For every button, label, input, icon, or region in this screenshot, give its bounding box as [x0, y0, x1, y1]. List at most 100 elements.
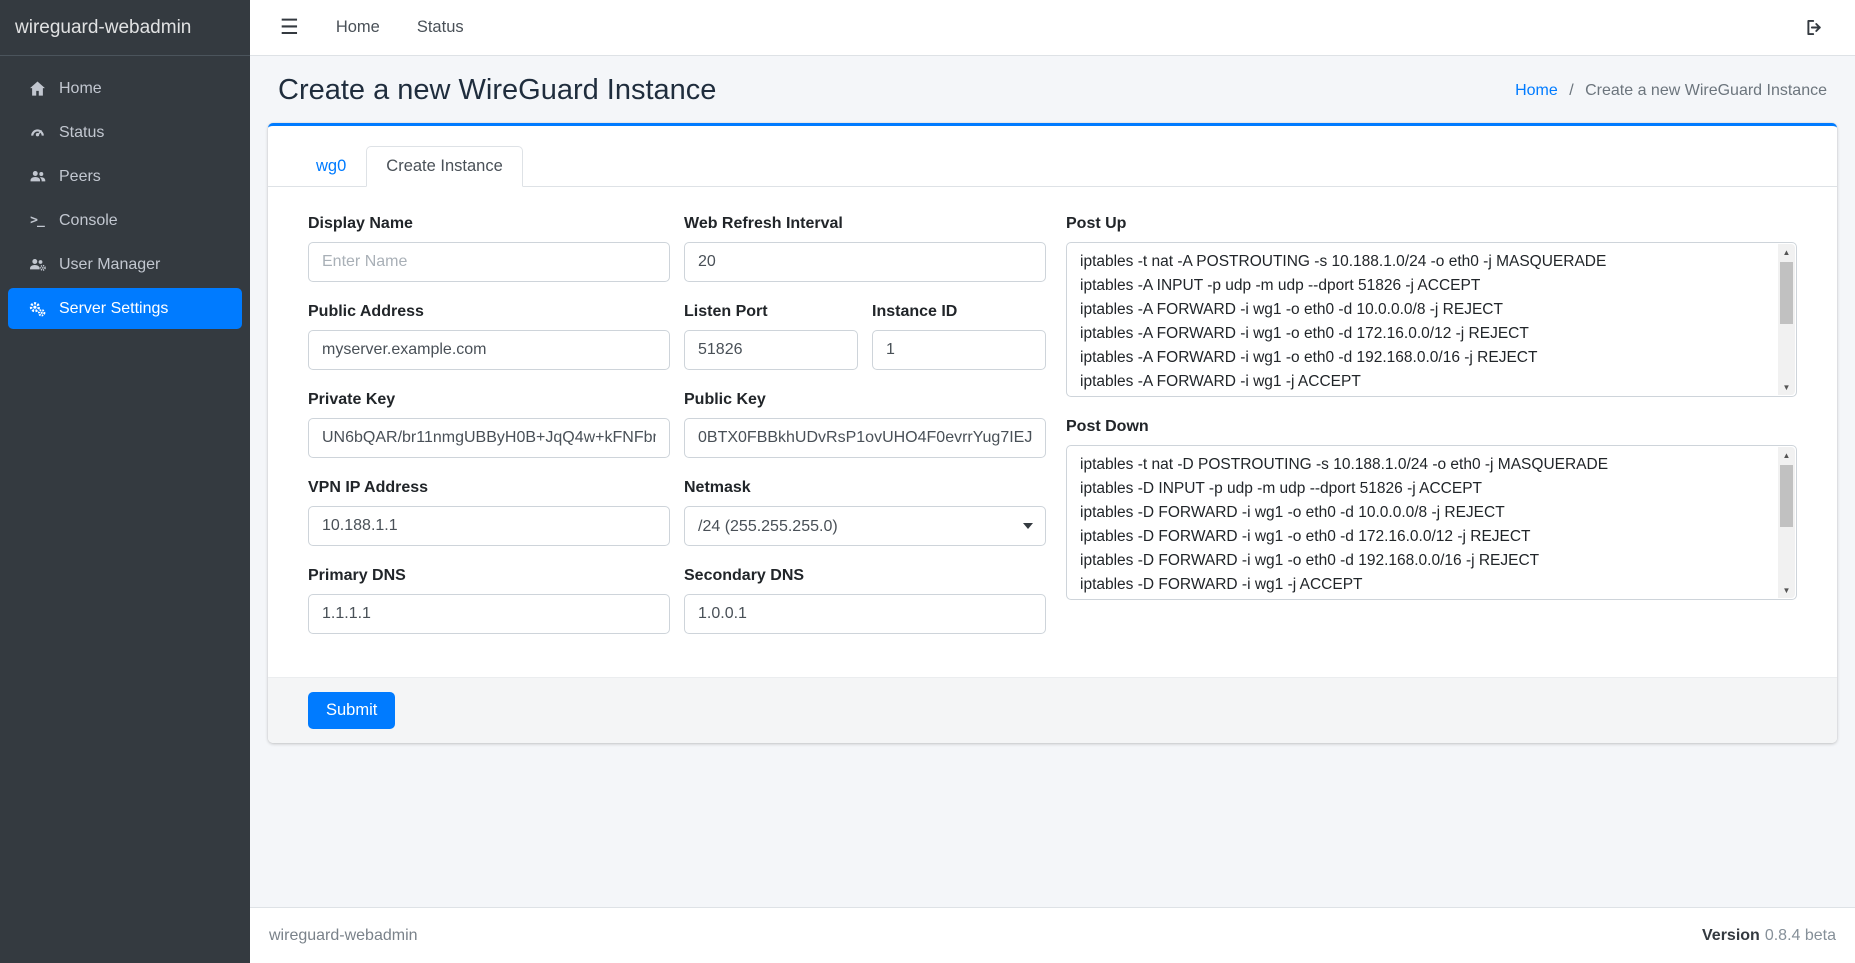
- post-up-textarea[interactable]: iptables -t nat -A POSTROUTING -s 10.188…: [1066, 242, 1797, 397]
- listen-port-input[interactable]: [684, 330, 858, 370]
- top-navbar-right: [1804, 17, 1825, 38]
- post-down-textarea[interactable]: iptables -t nat -D POSTROUTING -s 10.188…: [1066, 445, 1797, 600]
- secondary-dns-label: Secondary DNS: [684, 567, 1046, 585]
- post-up-field-group: Post Up iptables -t nat -A POSTROUTING -…: [1066, 215, 1797, 397]
- post-up-content: iptables -t nat -A POSTROUTING -s 10.188…: [1067, 243, 1796, 397]
- secondary-dns-input[interactable]: [684, 594, 1046, 634]
- web-refresh-input[interactable]: [684, 242, 1046, 282]
- users-gear-icon: [25, 255, 49, 274]
- gauge-icon: [25, 123, 49, 142]
- vpn-ip-input[interactable]: [308, 506, 670, 546]
- page-footer: wireguard-webadmin Version0.8.4 beta: [250, 907, 1855, 963]
- display-name-input[interactable]: [308, 242, 670, 282]
- sidebar: wireguard-webadmin Home Status: [0, 0, 250, 963]
- app-root: wireguard-webadmin Home Status: [0, 0, 1855, 963]
- card-footer: Submit: [268, 677, 1837, 743]
- brand-link[interactable]: wireguard-webadmin: [0, 0, 250, 56]
- post-down-content: iptables -t nat -D POSTROUTING -s 10.188…: [1067, 446, 1796, 600]
- users-icon: [25, 167, 49, 186]
- terminal-icon: >_: [25, 213, 49, 228]
- post-up-scroll-track[interactable]: [1778, 260, 1795, 379]
- post-up-scroll-thumb[interactable]: [1780, 262, 1793, 324]
- display-name-label: Display Name: [308, 215, 670, 233]
- instance-id-input[interactable]: [872, 330, 1046, 370]
- public-key-input[interactable]: [684, 418, 1046, 458]
- primary-dns-field-group: Primary DNS: [308, 567, 670, 634]
- sidebar-item-peers[interactable]: Peers: [8, 156, 242, 197]
- sidebar-item-status[interactable]: Status: [8, 112, 242, 153]
- sidebar-item-label: Status: [59, 124, 104, 142]
- version-value: 0.8.4 beta: [1765, 927, 1836, 944]
- sidebar-item-server-settings[interactable]: Server Settings: [8, 288, 242, 329]
- submit-button[interactable]: Submit: [308, 692, 395, 729]
- form-column-1: Display Name Public Address Private Key: [308, 215, 670, 655]
- post-up-line: iptables -A FORWARD -i wg1 -j ACCEPT: [1080, 370, 1764, 394]
- vpn-ip-field-group: VPN IP Address: [308, 479, 670, 546]
- sidebar-item-console[interactable]: >_ Console: [8, 200, 242, 241]
- scroll-up-arrow-icon[interactable]: ▲: [1778, 244, 1795, 260]
- post-down-field-group: Post Down iptables -t nat -D POSTROUTING…: [1066, 418, 1797, 600]
- public-key-field-group: Public Key: [684, 391, 1046, 458]
- private-key-field-group: Private Key: [308, 391, 670, 458]
- private-key-input[interactable]: [308, 418, 670, 458]
- nav-link-home[interactable]: Home: [336, 18, 380, 37]
- primary-dns-input[interactable]: [308, 594, 670, 634]
- sidebar-item-home[interactable]: Home: [8, 68, 242, 109]
- instance-id-field-group: Instance ID: [872, 303, 1046, 370]
- instance-form: Display Name Public Address Private Key: [308, 215, 1797, 655]
- port-id-row: Listen Port Instance ID: [684, 303, 1046, 391]
- main-column: ☰ Home Status Create a new WireGuard Ins…: [250, 0, 1855, 963]
- post-down-scroll-thumb[interactable]: [1780, 465, 1793, 527]
- home-icon: [25, 79, 49, 98]
- post-down-line: iptables -D FORWARD -i wg1 -o eth0 -d 17…: [1080, 525, 1764, 549]
- sidebar-item-label: Server Settings: [59, 300, 168, 318]
- post-up-line: iptables -A FORWARD -i wg1 -o eth0 -d 17…: [1080, 322, 1764, 346]
- form-column-2: Web Refresh Interval Listen Port Instanc…: [684, 215, 1046, 655]
- post-up-line: iptables -t nat -A POSTROUTING -s 10.188…: [1080, 250, 1764, 274]
- post-down-scrollbar[interactable]: ▲ ▼: [1778, 447, 1795, 598]
- post-down-line: iptables -t nat -D POSTROUTING -s 10.188…: [1080, 453, 1764, 477]
- scroll-up-arrow-icon[interactable]: ▲: [1778, 447, 1795, 463]
- listen-port-field-group: Listen Port: [684, 303, 858, 370]
- post-up-line: iptables -A FORWARD -i wg1 -o eth0 -d 19…: [1080, 346, 1764, 370]
- scroll-down-arrow-icon[interactable]: ▼: [1778, 582, 1795, 598]
- form-column-3: Post Up iptables -t nat -A POSTROUTING -…: [1066, 215, 1797, 655]
- sidebar-item-user-manager[interactable]: User Manager: [8, 244, 242, 285]
- sidebar-item-label: Home: [59, 80, 102, 98]
- gears-icon: [25, 299, 49, 319]
- post-down-line: iptables -D FORWARD -i wg1 -o eth0 -d 10…: [1080, 501, 1764, 525]
- version-text: Version0.8.4 beta: [1702, 927, 1836, 945]
- netmask-select[interactable]: /24 (255.255.255.0): [684, 506, 1046, 546]
- public-address-input[interactable]: [308, 330, 670, 370]
- top-navbar-left: ☰ Home Status: [280, 17, 464, 38]
- card-body: Display Name Public Address Private Key: [268, 187, 1837, 677]
- post-down-line: iptables -D INPUT -p udp -m udp --dport …: [1080, 477, 1764, 501]
- netmask-select-wrap: /24 (255.255.255.0): [684, 506, 1046, 546]
- scroll-down-arrow-icon[interactable]: ▼: [1778, 379, 1795, 395]
- display-name-field-group: Display Name: [308, 215, 670, 282]
- tabs-bar: wg0 Create Instance: [268, 126, 1837, 187]
- hamburger-icon[interactable]: ☰: [280, 17, 299, 38]
- sidebar-item-label: Console: [59, 212, 118, 230]
- page-header: Create a new WireGuard Instance Home / C…: [268, 56, 1837, 123]
- secondary-dns-field-group: Secondary DNS: [684, 567, 1046, 634]
- sign-out-icon[interactable]: [1804, 17, 1825, 38]
- public-address-field-group: Public Address: [308, 303, 670, 370]
- post-up-scrollbar[interactable]: ▲ ▼: [1778, 244, 1795, 395]
- nav-link-status[interactable]: Status: [417, 18, 464, 37]
- tab-wg0[interactable]: wg0: [296, 146, 366, 187]
- netmask-label: Netmask: [684, 479, 1046, 497]
- private-key-label: Private Key: [308, 391, 670, 409]
- top-navbar: ☰ Home Status: [250, 0, 1855, 56]
- netmask-field-group: Netmask /24 (255.255.255.0): [684, 479, 1046, 546]
- post-down-label: Post Down: [1066, 418, 1797, 436]
- web-refresh-field-group: Web Refresh Interval: [684, 215, 1046, 282]
- create-instance-card: wg0 Create Instance Display Name Public: [268, 123, 1837, 743]
- post-up-line: iptables -A INPUT -p udp -m udp --dport …: [1080, 274, 1764, 298]
- breadcrumb-home-link[interactable]: Home: [1515, 82, 1558, 99]
- web-refresh-label: Web Refresh Interval: [684, 215, 1046, 233]
- listen-port-label: Listen Port: [684, 303, 858, 321]
- post-down-scroll-track[interactable]: [1778, 463, 1795, 582]
- tab-create-instance[interactable]: Create Instance: [366, 146, 522, 187]
- post-up-label: Post Up: [1066, 215, 1797, 233]
